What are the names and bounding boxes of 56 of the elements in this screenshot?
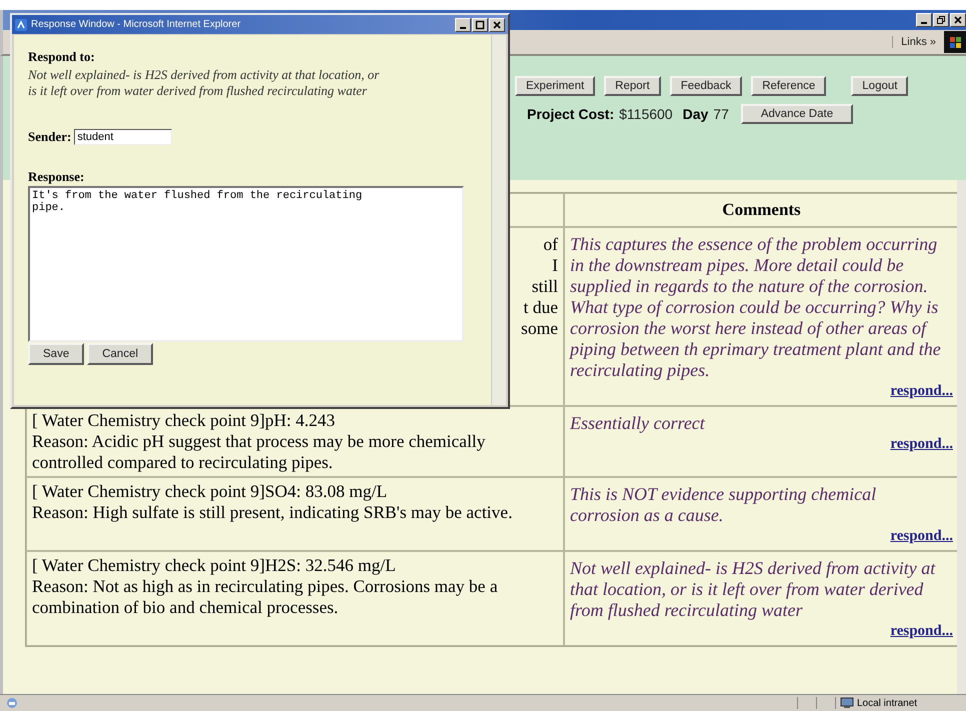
table-text: t due	[523, 297, 558, 318]
sender-field[interactable]: student	[74, 129, 172, 145]
respond-link[interactable]: respond...	[890, 434, 953, 455]
nav-button[interactable]: Logout	[851, 76, 908, 96]
response-field[interactable]: It's from the water flushed from the recirculating pipe.	[28, 186, 464, 342]
table-text: some	[521, 318, 558, 339]
form-button[interactable]: Save	[28, 343, 84, 365]
reason-text: Reason: Not as high as in recirculating pipes. Corrosions may be a combination of bio and chemical processes.	[32, 576, 499, 618]
day-value: 77	[713, 106, 729, 122]
advance-date-button[interactable]: Advance Date	[740, 104, 854, 124]
restore-button[interactable]	[933, 13, 949, 27]
scrollbar[interactable]	[957, 180, 966, 694]
maximize-button[interactable]	[472, 18, 488, 32]
close-button[interactable]	[950, 13, 966, 27]
restore-icon	[936, 15, 946, 25]
finding-text: [ Water Chemistry check point 9]H2S: 32.546 mg/L	[32, 555, 397, 576]
minimize-icon	[921, 22, 927, 24]
reason-text: Reason: High sulfate is still present, indicating SRB's may be active.	[32, 502, 514, 523]
minimize-button[interactable]	[916, 13, 932, 27]
form-button[interactable]: Cancel	[87, 343, 154, 365]
sender-label: Sender:	[28, 129, 72, 145]
table-text: I	[552, 255, 558, 276]
windows-logo-icon	[944, 31, 966, 53]
respond-link[interactable]: respond...	[890, 621, 953, 642]
nav-button[interactable]: Experiment	[515, 76, 596, 96]
minimize-icon	[460, 26, 466, 28]
close-icon	[492, 20, 502, 30]
zone-label: Local intranet	[857, 698, 918, 708]
table-text: of	[543, 234, 558, 255]
scrollbar[interactable]	[491, 35, 506, 405]
response-label: Response:	[28, 169, 86, 185]
comment-text: Essentially correct	[570, 412, 706, 434]
nav-button[interactable]: Report	[604, 76, 661, 96]
minimize-button[interactable]	[455, 18, 471, 32]
finding-text: [ Water Chemistry check point 9]pH: 4.243	[32, 410, 336, 431]
comment-text: This is NOT evidence supporting chemical corrosion as a cause.	[570, 483, 878, 526]
reason-text: Reason: Acidic pH suggest that process may be more chemically controlled compared to recirculating pipes.	[32, 431, 486, 473]
respond-to-label: Respond to:	[28, 49, 96, 65]
close-icon	[953, 15, 963, 25]
day-label: Day	[682, 106, 708, 122]
table-header: Comments	[564, 193, 959, 227]
cost-value: $115600	[619, 106, 673, 122]
respond-link[interactable]: respond...	[890, 526, 953, 547]
nav-button[interactable]: Feedback	[670, 76, 742, 96]
comment-text: This captures the essence of the problem occurring in the downstream pipes. More detail could be supplied in regards to the nature of the corrosion. What type of corrosion could be occurring? Why is corrosion the worst here instead of other areas of piping between th eprimary treatment plant and the recirculating pipes.	[570, 233, 942, 381]
close-button[interactable]	[489, 18, 505, 32]
comment-text: Not well explained- is H2S derived from activity at that location, or is it left over from water derived from flushed recirculating water	[570, 557, 936, 621]
window-title: Response Window - Microsoft Internet Explorer	[31, 19, 242, 30]
nav-button[interactable]: Reference	[751, 76, 826, 96]
computer-icon	[840, 697, 854, 709]
maximize-icon	[475, 20, 485, 30]
finding-text: [ Water Chemistry check point 9]SO4: 83.08 mg/L	[32, 481, 388, 502]
comment-quote: Not well explained- is H2S derived from activity at that location, or is it left over from water derived from flushed recirculating water	[28, 67, 380, 99]
table-text: still	[532, 276, 558, 297]
cost-label: Project Cost:	[527, 106, 614, 122]
respond-link[interactable]: respond...	[890, 381, 953, 402]
